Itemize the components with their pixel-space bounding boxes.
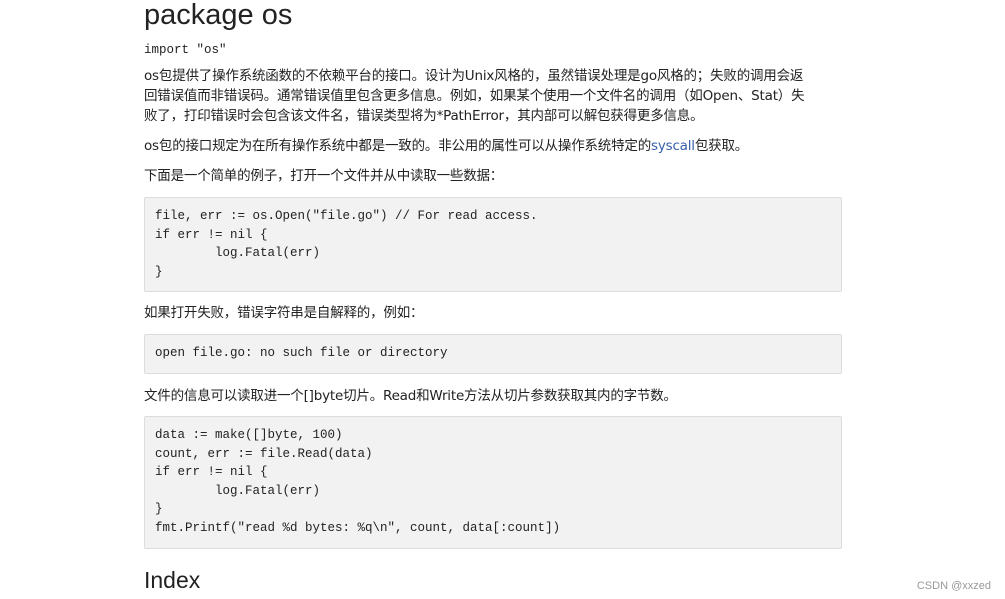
read-write-paragraph: 文件的信息可以读取进一个[]byte切片。Read和Write方法从切片参数获取… bbox=[144, 388, 677, 404]
code-line: if err != nil { bbox=[155, 465, 268, 480]
page-title: package os bbox=[144, 0, 293, 31]
example-intro-paragraph: 下面是一个简单的例子，打开一个文件并从中读取一些数据： bbox=[144, 168, 504, 184]
import-statement: import "os" bbox=[144, 43, 227, 57]
code-line: fmt.Printf("read %d bytes: %q\n", count,… bbox=[155, 520, 561, 535]
code-line: count, err := file.Read(data) bbox=[155, 446, 373, 461]
intro-line-3: 败了，打印错误时会包含该文件名，错误类型将为*PathError，其内部可以解包… bbox=[144, 108, 704, 124]
code-line: open file.go: no such file or directory bbox=[155, 346, 448, 360]
code-line: log.Fatal(err) bbox=[155, 246, 321, 261]
code-line: if err != nil { bbox=[155, 227, 268, 242]
intro-line-1: os包提供了操作系统函数的不依赖平台的接口。设计为Unix风格的，虽然错误处理是… bbox=[144, 68, 804, 84]
code-line: } bbox=[155, 502, 163, 517]
watermark: CSDN @xxzed bbox=[916, 580, 991, 592]
error-paragraph: 如果打开失败，错误字符串是自解释的，例如： bbox=[144, 305, 424, 321]
consistency-paragraph: os包的接口规定为在所有操作系统中都是一致的。非公用的属性可以从操作系统特定的s… bbox=[144, 136, 842, 156]
code-line: log.Fatal(err) bbox=[155, 483, 321, 498]
doc-content: package os import "os" os包提供了操作系统函数的不依赖平… bbox=[144, 0, 842, 595]
code-line: data := make([]byte, 100) bbox=[155, 428, 343, 442]
code-block-error-output: open file.go: no such file or directory bbox=[144, 334, 842, 374]
code-line: } bbox=[155, 264, 163, 279]
code-block-open-file: file, err := os.Open("file.go") // For r… bbox=[144, 197, 842, 292]
code-block-read-data: data := make([]byte, 100) count, err := f… bbox=[144, 416, 842, 549]
consistency-text-after: 包获取。 bbox=[694, 138, 749, 154]
intro-paragraph: os包提供了操作系统函数的不依赖平台的接口。设计为Unix风格的，虽然错误处理是… bbox=[144, 66, 842, 126]
consistency-text-before: os包的接口规定为在所有操作系统中都是一致的。非公用的属性可以从操作系统特定的 bbox=[144, 138, 651, 154]
intro-line-2: 回错误值而非错误码。通常错误值里包含更多信息。例如，如果某个使用一个文件名的调用… bbox=[144, 88, 805, 104]
syscall-link[interactable]: syscall bbox=[651, 138, 695, 154]
code-line: file, err := os.Open("file.go") // For r… bbox=[155, 209, 538, 223]
index-heading: Index bbox=[144, 567, 201, 593]
